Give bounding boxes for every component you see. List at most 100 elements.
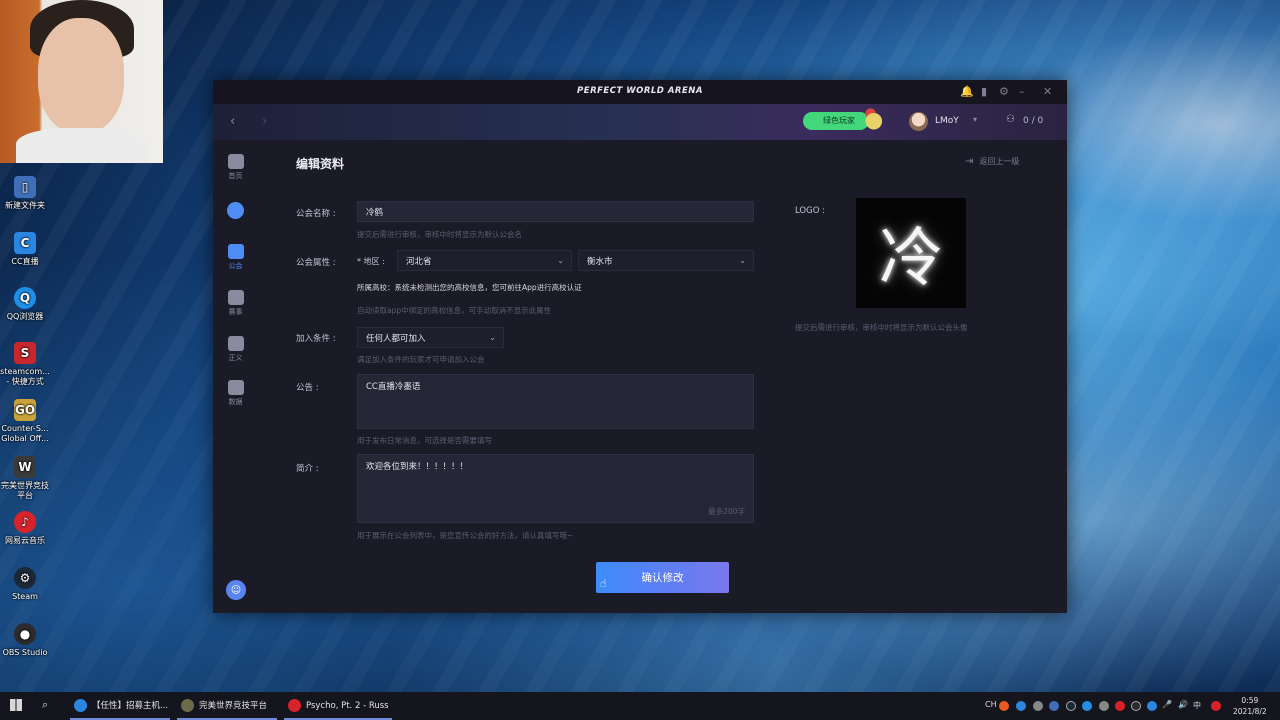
guild-logo-image: 冷 [879, 222, 943, 296]
desktop-icon-obs[interactable]: ● OBS Studio [0, 623, 50, 658]
guild-name-input[interactable]: 冷鹤 [357, 201, 754, 222]
desktop-icon-label: Counter-S... Global Off... [1, 424, 49, 443]
desktop-icon-netease-music[interactable]: ♪ 网易云音乐 [0, 511, 50, 546]
tray-app-icon[interactable] [1099, 701, 1109, 711]
desktop-icon-new-folder[interactable]: ▯ 新建文件夹 [0, 176, 50, 211]
back-link[interactable]: ⇥ 返回上一级 [965, 156, 1019, 167]
taskbar-item-label: 【任性】招募主机... [92, 701, 169, 711]
tray-app-icon[interactable] [1082, 701, 1092, 711]
tray-app-icon[interactable] [1033, 701, 1043, 711]
tray-language-code[interactable]: CH [985, 700, 997, 709]
taskbar-item-label: Psycho, Pt. 2 - Russ [306, 701, 389, 711]
system-clock[interactable]: 0:59 2021/8/2 [1233, 695, 1267, 717]
sidebar-item-events[interactable]: 赛事 [213, 290, 258, 317]
desktop-icon-label: CC直播 [11, 257, 39, 266]
desktop-icon-cc-live[interactable]: C CC直播 [0, 232, 50, 267]
taskbar-item-recruit[interactable]: 【任性】招募主机... [70, 692, 170, 720]
desktop-icon-perfect-world[interactable]: W 完美世界竞技平台 [0, 456, 50, 501]
sidebar-item-justice[interactable]: 正义 [213, 336, 258, 363]
chevron-down-icon: ⌄ [489, 333, 496, 342]
forward-arrow-icon[interactable]: › [262, 114, 267, 129]
desktop-icon-label: 完美世界竞技平台 [1, 481, 49, 500]
app-window: PERFECT WORLD ARENA 🔔 ▮ ⚙ – ✕ ‹ › 绿色玩家 L… [213, 80, 1067, 613]
netease-music-icon[interactable] [1115, 701, 1125, 711]
windows-start-icon[interactable] [10, 699, 22, 711]
chevron-down-icon[interactable]: ▾ [973, 115, 977, 124]
game-ball-icon [227, 202, 244, 219]
username[interactable]: LMoY [935, 116, 959, 126]
mascot-icon [861, 108, 893, 130]
microphone-icon[interactable]: 🎤 [1162, 700, 1172, 709]
desktop-icon-steam[interactable]: ⚙ Steam [0, 567, 50, 602]
webcam-shirt [16, 128, 148, 163]
sidebar-item-home[interactable]: 首页 [213, 154, 258, 181]
desktop-icon-csgo[interactable]: GO Counter-S... Global Off... [0, 399, 50, 444]
title-bar: PERFECT WORLD ARENA 🔔 ▮ ⚙ – ✕ [213, 80, 1067, 104]
green-player-badge[interactable]: 绿色玩家 [803, 112, 869, 130]
top-nav-bar: ‹ › 绿色玩家 LMoY ▾ ⚇ 0 / 0 [213, 104, 1067, 140]
edit-profile-panel: 编辑资料 ⇥ 返回上一级 公会名称 : 冷鹤 提交后需进行审核，审核中时将显示为默… [258, 140, 1067, 613]
obs-icon[interactable] [1131, 701, 1141, 711]
confirm-button[interactable]: 确认修改 [596, 562, 729, 593]
tray-app-icon[interactable] [999, 701, 1009, 711]
desktop-icon-steamcom[interactable]: S steamcom... - 快捷方式 [0, 342, 50, 387]
perfect-world-icon: W [14, 456, 36, 478]
netease-music-icon: ♪ [14, 511, 36, 533]
city-select[interactable]: 衡水市 ⌄ [578, 250, 754, 271]
guild-name-hint: 提交后需进行审核，审核中时将显示为默认公会名 [357, 230, 522, 239]
sidebar-item-data[interactable]: 数据 [213, 380, 258, 407]
hand-cursor-icon: ☝ [600, 577, 607, 590]
guild-attr-label: 公会属性 : [296, 258, 336, 268]
steam-icon[interactable] [1066, 701, 1076, 711]
signal-icon[interactable]: ▮ [981, 85, 987, 98]
sogou-icon[interactable] [1211, 701, 1221, 711]
csgo-icon: GO [14, 399, 36, 421]
home-icon [227, 154, 244, 169]
ime-indicator[interactable]: 中 [1193, 700, 1201, 711]
desktop-icon-label: OBS Studio [2, 648, 48, 657]
province-select[interactable]: 河北省 ⌄ [397, 250, 572, 271]
taskbar-item-perfect-world[interactable]: 完美世界竞技平台 [177, 692, 277, 720]
sidebar: 首页 公会 赛事 正义 数据 ☺ [213, 140, 258, 613]
folder-icon: ▯ [14, 176, 36, 198]
scale-icon [227, 336, 244, 351]
desktop-icon-qq-browser[interactable]: Q QQ浏览器 [0, 287, 50, 322]
robot-assistant-icon[interactable]: ☺ [226, 580, 246, 600]
minimize-icon[interactable]: – [1019, 85, 1025, 98]
bell-icon[interactable]: 🔔 [960, 85, 974, 98]
friends-icon[interactable]: ⚇ [1006, 114, 1015, 125]
tray-app-icon[interactable] [1016, 701, 1026, 711]
desktop-icon-label: 新建文件夹 [5, 201, 45, 210]
sidebar-item-game[interactable] [213, 202, 258, 219]
announcement-textarea[interactable]: CC直播冷墨语 [357, 374, 754, 429]
friends-count[interactable]: 0 / 0 [1023, 116, 1043, 126]
window-title: PERFECT WORLD ARENA [577, 86, 703, 96]
guild-icon [227, 244, 244, 259]
logo-hint: 提交后需进行审核，审核中时将显示为默认公会头像 [795, 323, 968, 332]
intro-value: 欢迎各位到来！！！！！！ [366, 462, 469, 472]
settings-icon[interactable]: ⚙ [999, 85, 1009, 98]
shield-icon[interactable] [1049, 701, 1059, 711]
guild-name-label: 公会名称 : [296, 209, 336, 219]
sidebar-item-guild[interactable]: 公会 [213, 244, 258, 271]
clock-date: 2021/8/2 [1233, 707, 1267, 716]
desktop-icon-label: 网易云音乐 [5, 536, 45, 545]
avatar[interactable] [909, 112, 928, 131]
intro-textarea[interactable]: 欢迎各位到来！！！！！！ 最多200字 [357, 454, 754, 523]
region-label: * 地区 : [357, 257, 385, 266]
taskbar-item-music[interactable]: Psycho, Pt. 2 - Russ [284, 692, 392, 720]
close-icon[interactable]: ✕ [1043, 85, 1052, 98]
netease-music-icon [288, 699, 301, 712]
desktop-icon-label: Steam [12, 592, 38, 601]
announcement-hint: 用于发布日常消息，可选择是否需要填写 [357, 436, 492, 445]
volume-icon[interactable]: 🔊 [1178, 700, 1188, 709]
join-condition-select[interactable]: 任何人都可加入 ⌄ [357, 327, 504, 348]
network-icon[interactable] [1147, 701, 1157, 711]
desktop-icon-label: QQ浏览器 [6, 312, 44, 321]
guild-logo-upload[interactable]: 冷 [856, 198, 966, 308]
back-arrow-icon[interactable]: ‹ [230, 114, 235, 129]
intro-char-counter: 最多200字 [708, 507, 745, 516]
steam-icon: ⚙ [14, 567, 36, 589]
search-icon[interactable]: ⌕ [42, 698, 48, 712]
taskbar: ⌕ 【任性】招募主机... 完美世界竞技平台 Psycho, Pt. 2 - R… [0, 692, 1280, 720]
